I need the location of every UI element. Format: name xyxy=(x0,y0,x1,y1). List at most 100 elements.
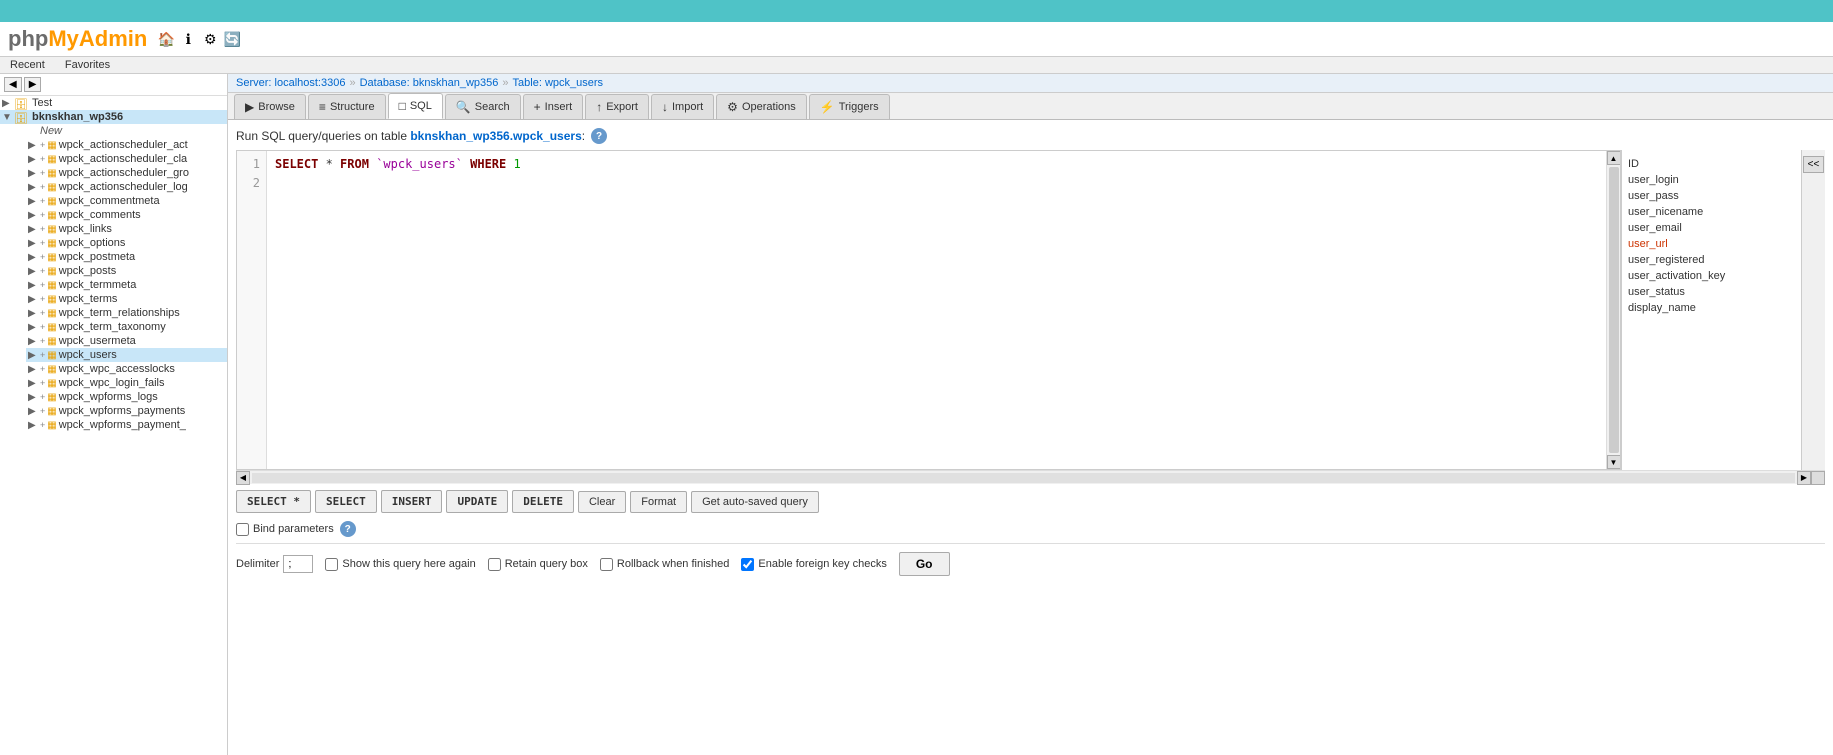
sidebar-item-wpck-users[interactable]: ▶ + ▦ wpck_users xyxy=(26,348,227,362)
go-button[interactable]: Go xyxy=(899,552,950,576)
insert-button[interactable]: INSERT xyxy=(381,490,443,513)
format-button[interactable]: Format xyxy=(630,491,687,513)
sidebar-item-wpck-comments[interactable]: ▶ + ▦ wpck_comments xyxy=(26,208,227,222)
delete-button[interactable]: DELETE xyxy=(512,490,574,513)
foreign-key-label[interactable]: Enable foreign key checks xyxy=(741,558,886,571)
retain-query-box-label[interactable]: Retain query box xyxy=(488,558,588,571)
sidebar-collapse-btn[interactable]: ◀ xyxy=(4,77,22,92)
delimiter-input[interactable] xyxy=(283,555,313,573)
sidebar-item-wpck-terms[interactable]: ▶ + ▦ wpck_terms xyxy=(26,292,227,306)
tab-triggers[interactable]: ⚡ Triggers xyxy=(809,94,890,119)
sidebar-item-wpck-actionscheduler-log[interactable]: ▶ + ▦ wpck_actionscheduler_log xyxy=(26,180,227,194)
rollback-label[interactable]: Rollback when finished xyxy=(600,558,730,571)
code-line-1: SELECT * FROM `wpck_users` WHERE 1 xyxy=(275,155,1598,174)
clear-button[interactable]: Clear xyxy=(578,491,626,513)
scroll-thumb[interactable] xyxy=(1609,167,1619,453)
breadcrumb-database[interactable]: Database: bknskhan_wp356 xyxy=(360,77,499,89)
h-scroll-track[interactable] xyxy=(252,473,1795,483)
tab-export-label: Export xyxy=(606,101,638,113)
bind-parameters-checkbox[interactable] xyxy=(236,523,249,536)
import-icon: ↓ xyxy=(662,100,668,114)
col-user-url[interactable]: user_url xyxy=(1628,236,1795,252)
sidebar-scroll[interactable]: ▶ 🗄 Test ▼ 🗄 bknskhan_wp356 New ▶ + xyxy=(0,96,227,755)
bind-parameters-label[interactable]: Bind parameters xyxy=(236,523,334,536)
vertical-scrollbar[interactable]: ▲ ▼ xyxy=(1606,151,1620,469)
sidebar-item-wpck-term-relationships[interactable]: ▶ + ▦ wpck_term_relationships xyxy=(26,306,227,320)
right-panel-toggle[interactable]: << xyxy=(1801,150,1825,470)
tab-sql[interactable]: □ SQL xyxy=(388,93,443,119)
col-user-pass[interactable]: user_pass xyxy=(1628,188,1795,204)
toggle-right-panel-btn[interactable]: << xyxy=(1803,156,1825,173)
sidebar-item-wpck-postmeta[interactable]: ▶ + ▦ wpck_postmeta xyxy=(26,250,227,264)
sidebar-item-wpck-wpc-login-fails[interactable]: ▶ + ▦ wpck_wpc_login_fails xyxy=(26,376,227,390)
col-display-name[interactable]: display_name xyxy=(1628,300,1795,316)
tab-insert[interactable]: + Insert xyxy=(523,94,584,119)
tab-import[interactable]: ↓ Import xyxy=(651,94,714,119)
sidebar-item-bknskhan[interactable]: ▼ 🗄 bknskhan_wp356 xyxy=(0,110,227,124)
sidebar-item-wpck-actionscheduler-gro[interactable]: ▶ + ▦ wpck_actionscheduler_gro xyxy=(26,166,227,180)
sidebar-item-wpck-actionscheduler-act[interactable]: ▶ + ▦ wpck_actionscheduler_act xyxy=(26,138,227,152)
tab-export[interactable]: ↑ Export xyxy=(585,94,649,119)
sidebar-item-wpck-links[interactable]: ▶ + ▦ wpck_links xyxy=(26,222,227,236)
col-user-login[interactable]: user_login xyxy=(1628,172,1795,188)
bind-parameters-row: Bind parameters ? xyxy=(236,519,1825,539)
sidebar-item-wpck-wpforms-logs[interactable]: ▶ + ▦ wpck_wpforms_logs xyxy=(26,390,227,404)
get-autosaved-button[interactable]: Get auto-saved query xyxy=(691,491,819,513)
show-query-again-checkbox[interactable] xyxy=(325,558,338,571)
sidebar-item-wpck-term-taxonomy[interactable]: ▶ + ▦ wpck_term_taxonomy xyxy=(26,320,227,334)
scroll-left-arrow[interactable]: ◀ xyxy=(236,471,250,485)
horizontal-scrollbar[interactable]: ◀ ▶ xyxy=(236,470,1825,484)
col-id[interactable]: ID xyxy=(1628,156,1795,172)
tab-search[interactable]: 🔍 Search xyxy=(445,94,521,119)
retain-query-box-checkbox[interactable] xyxy=(488,558,501,571)
favorites-link[interactable]: Favorites xyxy=(55,57,120,73)
refresh-icon[interactable]: 🔄 xyxy=(223,30,241,48)
sidebar-item-wpck-options[interactable]: ▶ + ▦ wpck_options xyxy=(26,236,227,250)
tab-browse[interactable]: ▶ Browse xyxy=(234,94,306,119)
foreign-key-checkbox[interactable] xyxy=(741,558,754,571)
rollback-checkbox[interactable] xyxy=(600,558,613,571)
bind-help-icon[interactable]: ? xyxy=(340,521,356,537)
sql-code-area[interactable]: SELECT * FROM `wpck_users` WHERE 1 xyxy=(267,151,1606,469)
query-help-icon[interactable]: ? xyxy=(591,128,607,144)
show-query-again-label[interactable]: Show this query here again xyxy=(325,558,475,571)
resize-handle[interactable] xyxy=(1811,471,1825,485)
recent-link[interactable]: Recent xyxy=(0,57,55,73)
sidebar-item-wpck-wpc-accesslocks[interactable]: ▶ + ▦ wpck_wpc_accesslocks xyxy=(26,362,227,376)
sidebar-item-wpck-commentmeta[interactable]: ▶ + ▦ wpck_commentmeta xyxy=(26,194,227,208)
scroll-up-arrow[interactable]: ▲ xyxy=(1607,151,1621,165)
sidebar-item-wpck-wpforms-payments[interactable]: ▶ + ▦ wpck_wpforms_payments xyxy=(26,404,227,418)
col-user-nicename[interactable]: user_nicename xyxy=(1628,204,1795,220)
scroll-right-arrow[interactable]: ▶ xyxy=(1797,471,1811,485)
bknskhan-expander: ▼ xyxy=(2,112,14,123)
sidebar-item-wpck-usermeta[interactable]: ▶ + ▦ wpck_usermeta xyxy=(26,334,227,348)
scroll-down-arrow[interactable]: ▼ xyxy=(1607,455,1621,469)
top-bar xyxy=(0,0,1833,22)
sidebar-expand-btn[interactable]: ▶ xyxy=(24,77,42,92)
col-user-status[interactable]: user_status xyxy=(1628,284,1795,300)
select-star-button[interactable]: SELECT * xyxy=(236,490,311,513)
info-icon[interactable]: ℹ xyxy=(179,30,197,48)
select-button[interactable]: SELECT xyxy=(315,490,377,513)
sidebar-item-test[interactable]: ▶ 🗄 Test xyxy=(0,96,227,110)
tab-operations[interactable]: ⚙ Operations xyxy=(716,94,807,119)
sql-button-row: SELECT * SELECT INSERT UPDATE DELETE Cle… xyxy=(236,484,1825,519)
col-user-activation-key[interactable]: user_activation_key xyxy=(1628,268,1795,284)
sidebar-item-wpck-wpforms-payment-u[interactable]: ▶ + ▦ wpck_wpforms_payment_ xyxy=(26,418,227,432)
new-label: New xyxy=(40,125,62,137)
sidebar-item-wpck-termmeta[interactable]: ▶ + ▦ wpck_termmeta xyxy=(26,278,227,292)
breadcrumb-table[interactable]: Table: wpck_users xyxy=(513,77,604,89)
sidebar-item-wpck-actionscheduler-cla[interactable]: ▶ + ▦ wpck_actionscheduler_cla xyxy=(26,152,227,166)
col-user-email[interactable]: user_email xyxy=(1628,220,1795,236)
sidebar-item-wpck-posts[interactable]: ▶ + ▦ wpck_posts xyxy=(26,264,227,278)
tab-browse-label: Browse xyxy=(258,101,295,113)
tab-structure[interactable]: ≡ Structure xyxy=(308,94,386,119)
header: phpMyAdmin 🏠 ℹ ⚙ 🔄 xyxy=(0,22,1833,57)
col-user-registered[interactable]: user_registered xyxy=(1628,252,1795,268)
breadcrumb-server[interactable]: Server: localhost:3306 xyxy=(236,77,345,89)
sidebar-item-new[interactable]: New xyxy=(26,124,227,138)
update-button[interactable]: UPDATE xyxy=(446,490,508,513)
home-icon[interactable]: 🏠 xyxy=(157,30,175,48)
test-db-icon: 🗄 xyxy=(14,97,30,109)
settings-icon[interactable]: ⚙ xyxy=(201,30,219,48)
